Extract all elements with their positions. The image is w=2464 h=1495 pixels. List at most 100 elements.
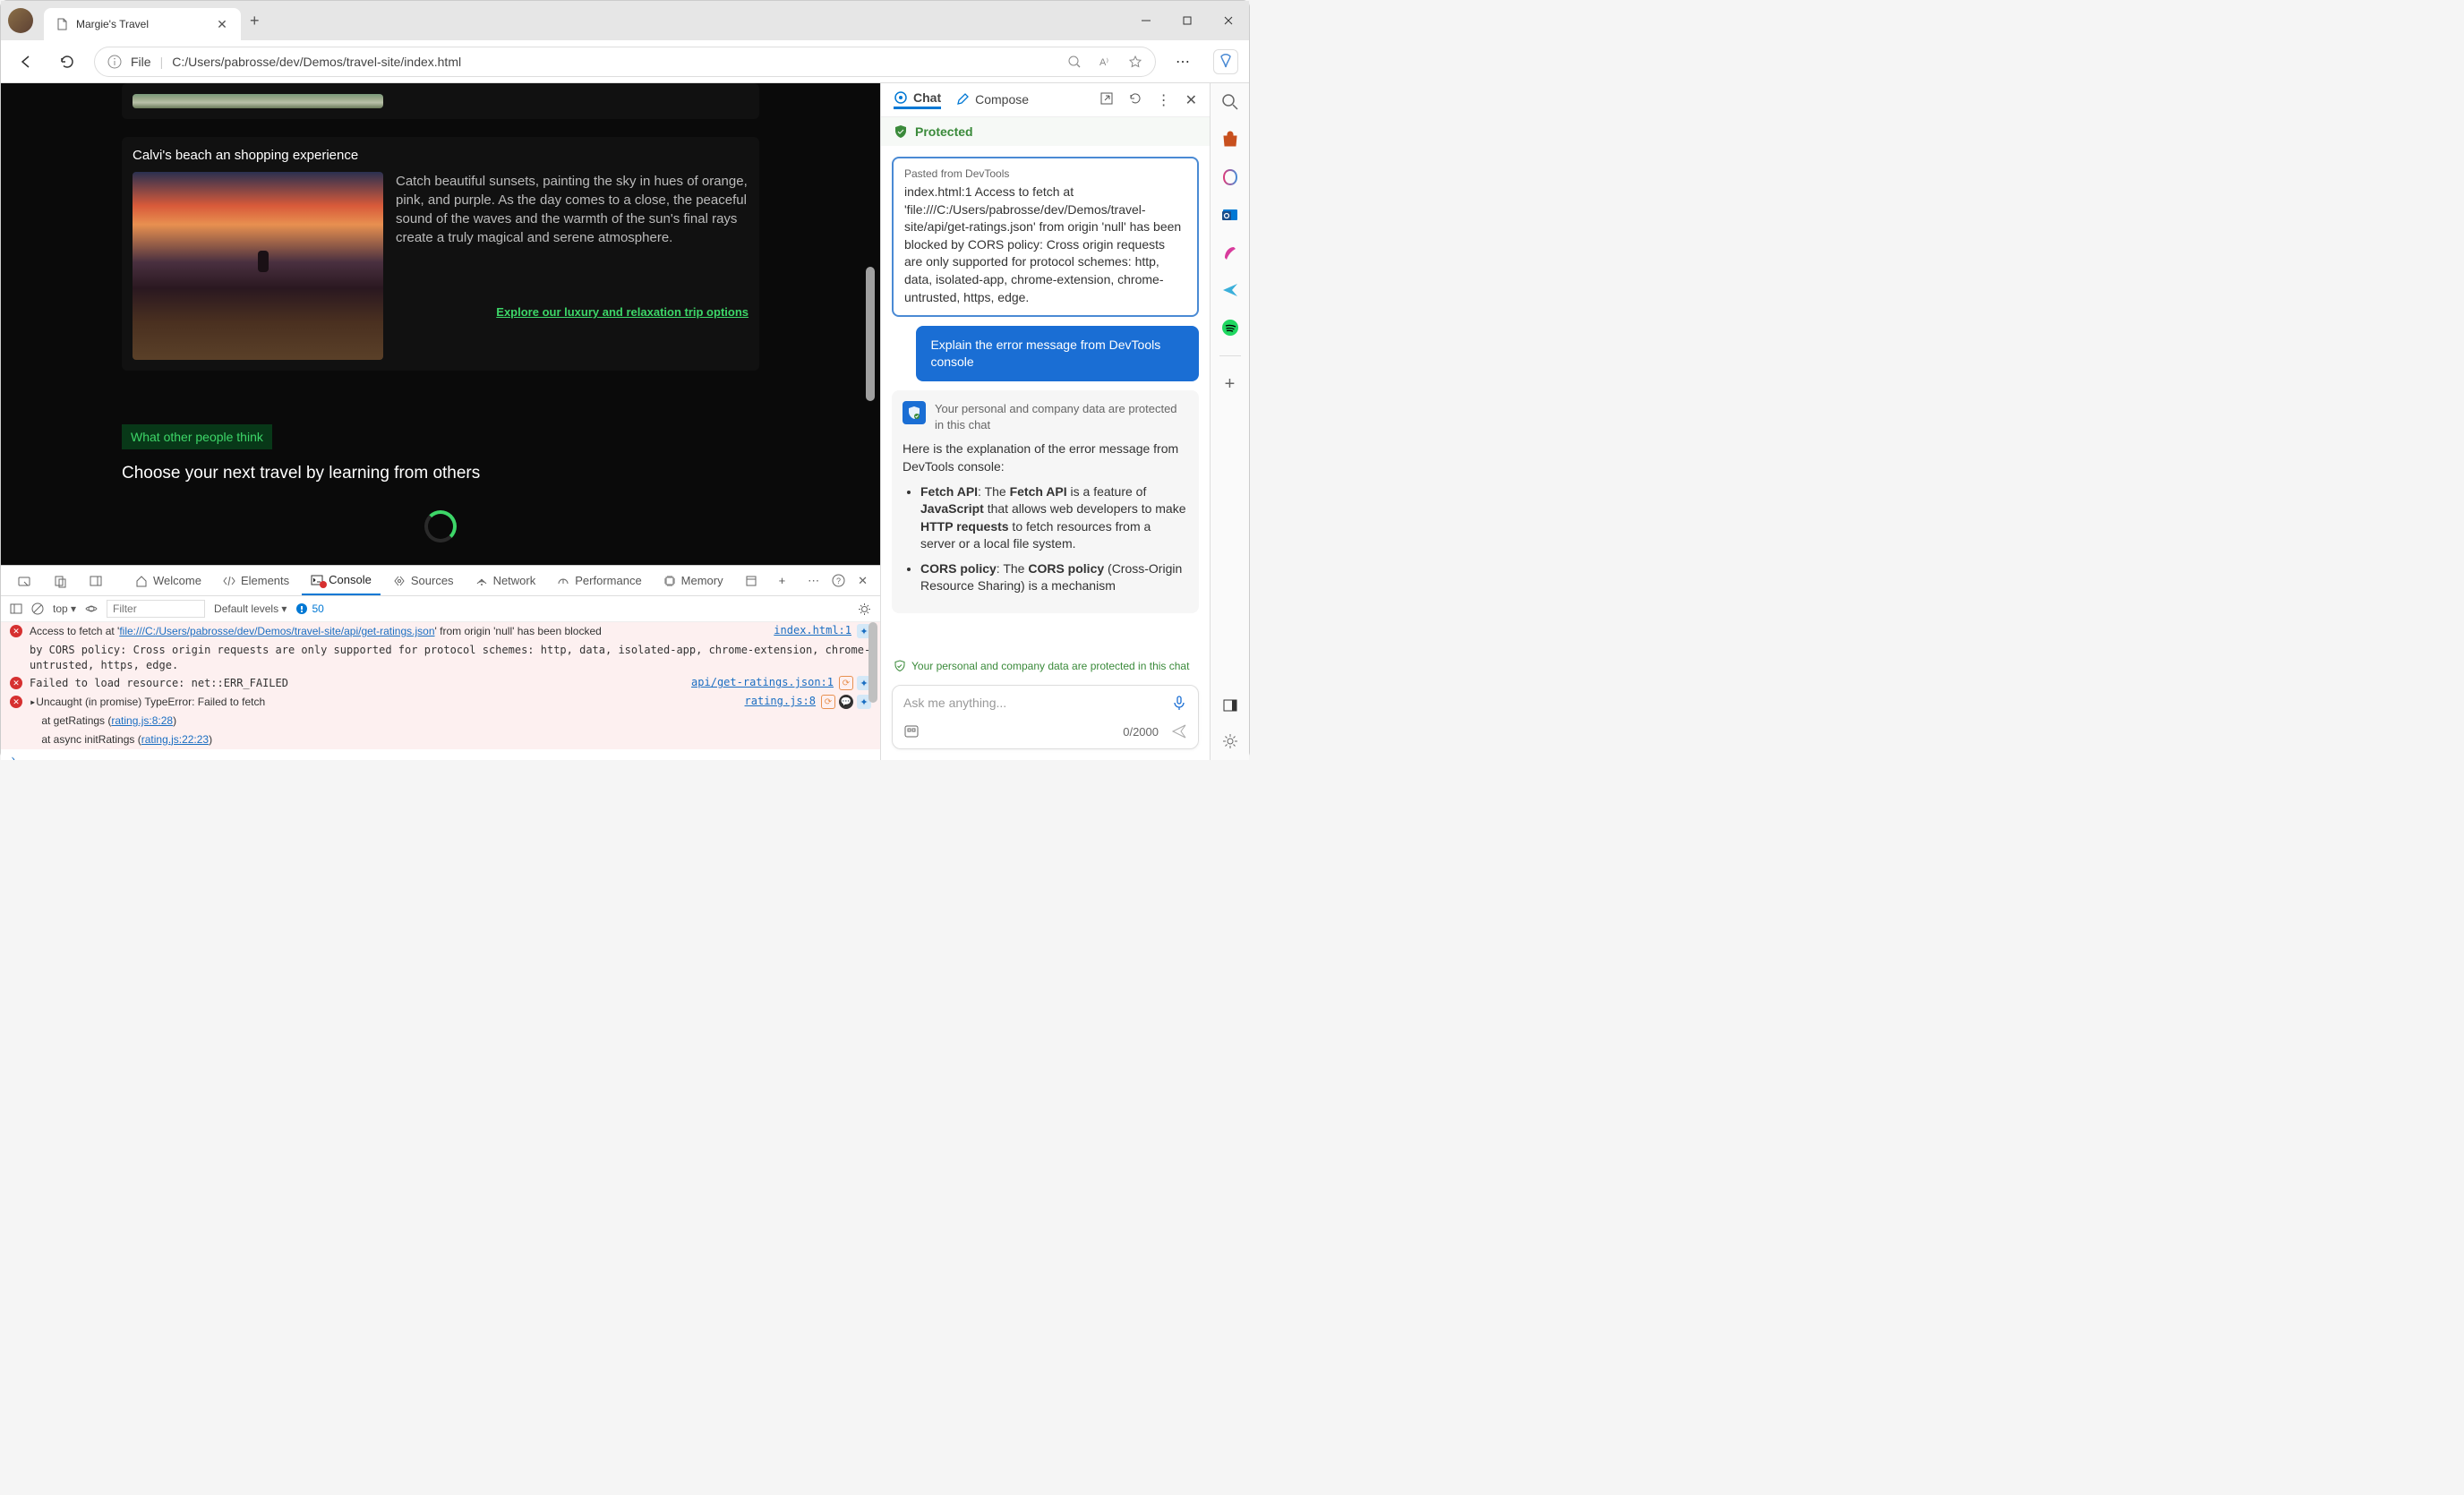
source-link[interactable]: rating.js:22:23 [141, 733, 209, 746]
issue-count[interactable]: 50 [295, 602, 323, 615]
webpage-column: Calvi's beach an shopping experience Cat… [1, 83, 880, 760]
browser-tab[interactable]: Margie's Travel ✕ [44, 8, 241, 40]
loading-spinner [424, 510, 457, 542]
tab-elements[interactable]: Elements [214, 566, 298, 595]
shield-icon [903, 401, 926, 424]
chat-badge-icon[interactable]: 💬 [839, 695, 853, 709]
clear-icon[interactable] [31, 602, 44, 615]
source-link[interactable]: index.html:1 [774, 624, 851, 639]
close-icon[interactable]: ✕ [214, 16, 230, 32]
copilot-button[interactable] [1213, 49, 1238, 74]
svg-text:A⁾: A⁾ [1099, 57, 1108, 68]
device-button[interactable] [44, 566, 76, 595]
url-link[interactable]: file:///C:/Users/pabrosse/dev/Demos/trav… [119, 625, 434, 637]
tab-app[interactable] [736, 566, 766, 595]
send-icon[interactable] [1220, 280, 1240, 300]
new-tab-button[interactable]: + [250, 12, 260, 30]
scroll-thumb[interactable] [866, 267, 875, 401]
designer-icon[interactable] [1220, 243, 1240, 262]
scrollbar[interactable] [864, 83, 877, 565]
spotify-icon[interactable] [1220, 318, 1240, 337]
tab-compose[interactable]: Compose [955, 92, 1029, 108]
toggle-pane-icon[interactable] [1220, 696, 1240, 715]
pasted-context: Pasted from DevTools index.html:1 Access… [892, 157, 1199, 317]
list-item: Fetch API: The Fetch API is a feature of… [920, 483, 1188, 553]
explore-link[interactable]: Explore our luxury and relaxation trip o… [396, 305, 749, 319]
shopping-icon[interactable] [1220, 130, 1240, 150]
favorite-icon[interactable] [1128, 55, 1142, 69]
copilot-panel: Chat Compose ⋮ ✕ Protected Pasted from D… [880, 83, 1210, 760]
input-placeholder[interactable]: Ask me anything... [903, 696, 1006, 710]
dock-button[interactable] [80, 566, 112, 595]
tab-console[interactable]: Console [302, 566, 381, 595]
address-bar[interactable]: File | C:/Users/pabrosse/dev/Demos/trave… [94, 47, 1156, 77]
chat-input[interactable]: Ask me anything... 0/2000 [892, 685, 1199, 749]
tab-chat[interactable]: Chat [894, 90, 941, 109]
add-tab-button[interactable]: + [770, 566, 795, 595]
gear-icon[interactable] [1220, 731, 1240, 751]
divider [1219, 355, 1241, 356]
close-icon[interactable]: ✕ [858, 574, 868, 588]
travel-card: Calvi's beach an shopping experience Cat… [122, 137, 759, 371]
sidebar-toggle-icon[interactable] [10, 602, 22, 615]
minimize-button[interactable] [1125, 1, 1167, 40]
card-description: Catch beautiful sunsets, painting the sk… [396, 172, 749, 247]
open-tab-icon[interactable] [1099, 91, 1114, 109]
refresh-button[interactable] [53, 47, 81, 76]
inspect-button[interactable] [8, 566, 40, 595]
context-select[interactable]: top ▾ [53, 602, 76, 615]
maximize-button[interactable] [1167, 1, 1208, 40]
tab-network[interactable]: Network [466, 566, 545, 595]
more-icon[interactable]: ⋯ [808, 574, 819, 588]
error-text: Access to fetch at 'file:///C:/Users/pab… [30, 624, 774, 639]
help-icon[interactable]: ? [832, 574, 845, 588]
chat-messages[interactable]: Pasted from DevTools index.html:1 Access… [881, 146, 1210, 654]
levels-select[interactable]: Default levels ▾ [214, 602, 287, 615]
console-error-row[interactable]: by CORS policy: Cross origin requests ar… [1, 641, 880, 675]
webpage-viewport[interactable]: Calvi's beach an shopping experience Cat… [1, 83, 880, 565]
read-aloud-icon[interactable]: A⁾ [1098, 55, 1112, 69]
tab-sources[interactable]: Sources [384, 566, 463, 595]
profile-avatar[interactable] [8, 8, 33, 33]
warn-badge-icon[interactable]: ⟳ [821, 695, 835, 709]
info-icon[interactable] [107, 55, 122, 69]
close-window-button[interactable] [1208, 1, 1249, 40]
source-link[interactable]: rating.js:8:28 [111, 714, 173, 727]
console-error-row[interactable]: ✕ Access to fetch at 'file:///C:/Users/p… [1, 622, 880, 641]
error-icon: ✕ [10, 696, 22, 708]
card-image [133, 94, 383, 108]
console-error-row: at async initRatings (rating.js:22:23) [1, 730, 880, 749]
m365-icon[interactable] [1220, 167, 1240, 187]
send-icon[interactable] [1171, 723, 1187, 739]
tab-performance[interactable]: Performance [548, 566, 650, 595]
source-link[interactable]: api/get-ratings.json:1 [691, 676, 834, 691]
outlook-icon[interactable] [1220, 205, 1240, 225]
console-messages[interactable]: ✕ Access to fetch at 'file:///C:/Users/p… [1, 622, 880, 760]
close-icon[interactable]: ✕ [1185, 91, 1197, 109]
card-image [133, 172, 383, 360]
search-icon[interactable] [1220, 92, 1240, 112]
more-button[interactable]: ⋯ [1168, 47, 1197, 76]
url-scheme: File [131, 55, 151, 69]
console-error-row[interactable]: ✕ Failed to load resource: net::ERR_FAIL… [1, 674, 880, 693]
console-prompt[interactable]: › [1, 749, 880, 760]
warn-badge-icon[interactable]: ⟳ [839, 676, 853, 690]
zoom-icon[interactable] [1067, 55, 1082, 69]
source-link[interactable]: rating.js:8 [745, 695, 816, 710]
image-icon[interactable] [903, 723, 920, 739]
gear-icon[interactable] [858, 602, 871, 616]
console-error-row[interactable]: ✕ ▸Uncaught (in promise) TypeError: Fail… [1, 693, 880, 712]
back-button[interactable] [12, 47, 40, 76]
mic-icon[interactable] [1171, 695, 1187, 711]
scrollbar[interactable] [868, 622, 877, 760]
error-text: by CORS policy: Cross origin requests ar… [30, 643, 871, 673]
more-icon[interactable]: ⋮ [1157, 91, 1171, 109]
add-icon[interactable]: + [1220, 374, 1240, 394]
refresh-icon[interactable] [1128, 91, 1142, 109]
copilot-header: Chat Compose ⋮ ✕ [881, 83, 1210, 117]
filter-input[interactable] [107, 600, 205, 618]
tab-welcome[interactable]: Welcome [126, 566, 210, 595]
scroll-thumb[interactable] [868, 622, 877, 703]
live-expr-icon[interactable] [85, 602, 98, 615]
tab-memory[interactable]: Memory [654, 566, 732, 595]
